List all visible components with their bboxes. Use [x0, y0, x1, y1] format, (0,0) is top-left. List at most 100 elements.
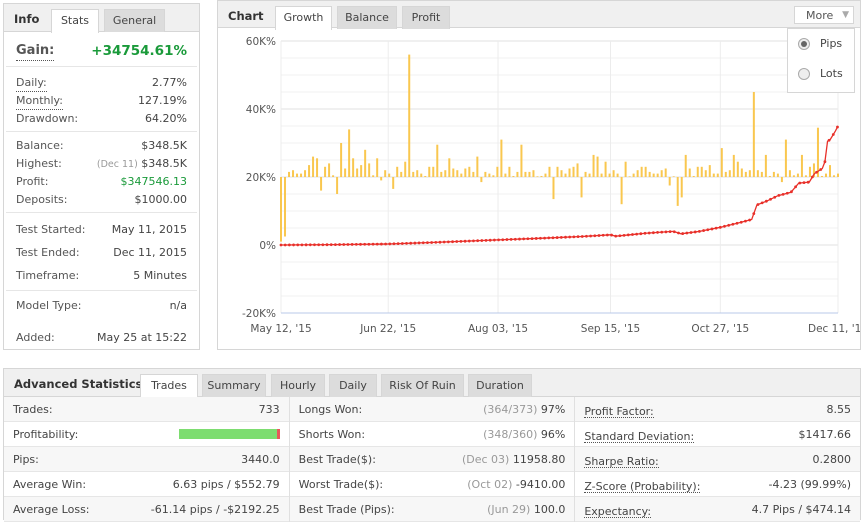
growth-point — [492, 238, 496, 242]
growth-point — [744, 219, 747, 223]
pips-bar — [388, 173, 391, 177]
pips-bar — [376, 158, 379, 177]
growth-point — [421, 241, 425, 245]
pips-bar — [504, 173, 507, 177]
pips-bar — [324, 166, 327, 177]
pips-bar — [448, 158, 451, 177]
more-dropdown[interactable]: More ▼ — [794, 6, 854, 24]
lots-radio[interactable] — [798, 68, 810, 80]
growth-point — [664, 230, 668, 234]
chart-panel: Chart Growth Balance Profit May 12, '15 J… — [217, 0, 861, 350]
tab-general[interactable]: General — [104, 9, 165, 32]
pips-bar — [408, 54, 411, 177]
growth-point — [693, 230, 697, 234]
pips-bar — [400, 171, 403, 177]
best-trade-pips-value: 100.0 — [533, 503, 566, 516]
tab-stats[interactable]: Stats — [51, 9, 99, 33]
highest-label: Highest: — [16, 157, 62, 170]
growth-point — [296, 243, 300, 247]
pips-bar — [432, 166, 435, 177]
model-type-value: n/a — [169, 299, 187, 312]
standard-deviation-label[interactable]: Standard Deviation: — [584, 426, 695, 443]
pips-bar — [312, 156, 315, 177]
pips-bar — [584, 171, 587, 177]
z-score-label[interactable]: Z-Score (Probability): — [584, 476, 701, 493]
growth-point — [823, 160, 827, 164]
pips-bar — [536, 176, 539, 177]
growth-point — [819, 168, 823, 171]
growth-point — [526, 237, 530, 241]
highest-date: (Dec 11) — [96, 159, 138, 170]
tab-trades[interactable]: Trades — [140, 374, 198, 398]
pips-bar — [760, 171, 763, 177]
x-tick-label: May 12, '15 — [250, 323, 311, 335]
pips-bar — [336, 177, 339, 194]
tab-risk-of-ruin[interactable]: Risk Of Ruin — [381, 374, 464, 397]
growth-point — [773, 195, 777, 199]
pips-radio[interactable] — [798, 38, 810, 50]
growth-point — [681, 232, 685, 235]
lots-option[interactable]: Lots — [820, 67, 843, 80]
pips-option[interactable]: Pips — [820, 37, 842, 50]
expectancy-label[interactable]: Expectancy: — [584, 501, 652, 518]
best-trade-pips-label: Best Trade (Pips): — [298, 503, 395, 516]
advanced-header: Advanced Statistics Trades Summary Hourl… — [4, 369, 860, 398]
tab-profit[interactable]: Profit — [402, 6, 450, 29]
pips-bar — [316, 158, 319, 177]
tab-growth[interactable]: Growth — [275, 6, 332, 30]
pips-bar — [800, 154, 803, 177]
pips-bar — [604, 161, 607, 177]
pips-bar — [352, 158, 355, 177]
growth-point — [434, 240, 438, 244]
trades-value: 733 — [258, 403, 280, 416]
pips-bar — [580, 177, 583, 198]
pips-bar — [564, 173, 567, 177]
chevron-down-icon: ▼ — [842, 10, 849, 20]
pips-bar — [596, 156, 599, 177]
monthly-label[interactable]: Monthly: — [16, 92, 63, 110]
y-tick-label: 60K% — [246, 36, 276, 48]
tab-hourly[interactable]: Hourly — [271, 374, 325, 397]
profitability-bar — [178, 429, 280, 439]
gain-label[interactable]: Gain: — [16, 41, 55, 61]
tab-daily[interactable]: Daily — [329, 374, 377, 397]
growth-point — [593, 234, 597, 238]
growth-point — [480, 239, 484, 242]
info-header: Info Stats General — [4, 4, 199, 33]
growth-point — [505, 238, 509, 241]
pips-bar — [808, 166, 811, 177]
growth-point — [333, 243, 337, 247]
growth-point — [651, 231, 655, 235]
growth-point — [472, 239, 475, 243]
growth-point — [739, 220, 743, 224]
profit-factor-value: 8.55 — [826, 403, 852, 416]
pips-bar — [296, 173, 299, 177]
growth-point — [836, 125, 839, 129]
growth-point — [802, 181, 806, 185]
drawdown-value: 64.20% — [145, 112, 187, 125]
pips-bar — [692, 175, 695, 177]
tab-duration[interactable]: Duration — [468, 374, 532, 397]
pips-bar — [544, 173, 547, 177]
pips-bar — [728, 170, 731, 177]
pips-bar — [592, 154, 595, 177]
x-tick-label: Sep 15, '15 — [581, 323, 640, 335]
growth-point — [396, 242, 400, 246]
growth-chart: May 12, '15 Jun 22, '15 Aug 03, '15 Sep 15,… — [242, 36, 860, 335]
growth-point — [585, 234, 588, 238]
tab-balance[interactable]: Balance — [337, 6, 397, 29]
deposits-value: $1000.00 — [134, 193, 188, 206]
pips-bar — [780, 177, 783, 183]
daily-label[interactable]: Daily: — [16, 74, 47, 92]
advanced-statistics-panel: Advanced Statistics Trades Summary Hourl… — [3, 368, 861, 522]
growth-point — [827, 138, 831, 142]
pips-bar — [568, 168, 571, 177]
longs-shorts-column: Longs Won: (364/373) 97% Shorts Won: (348/… — [289, 397, 576, 522]
info-title: Info — [14, 12, 40, 26]
sharpe-ratio-label[interactable]: Sharpe Ratio: — [584, 451, 659, 468]
pips-bar — [476, 156, 479, 177]
profit-factor-label[interactable]: Profit Factor: — [584, 401, 654, 418]
pips-label: Pips: — [13, 453, 39, 466]
tab-summary[interactable]: Summary — [202, 374, 266, 397]
growth-point — [769, 197, 772, 201]
